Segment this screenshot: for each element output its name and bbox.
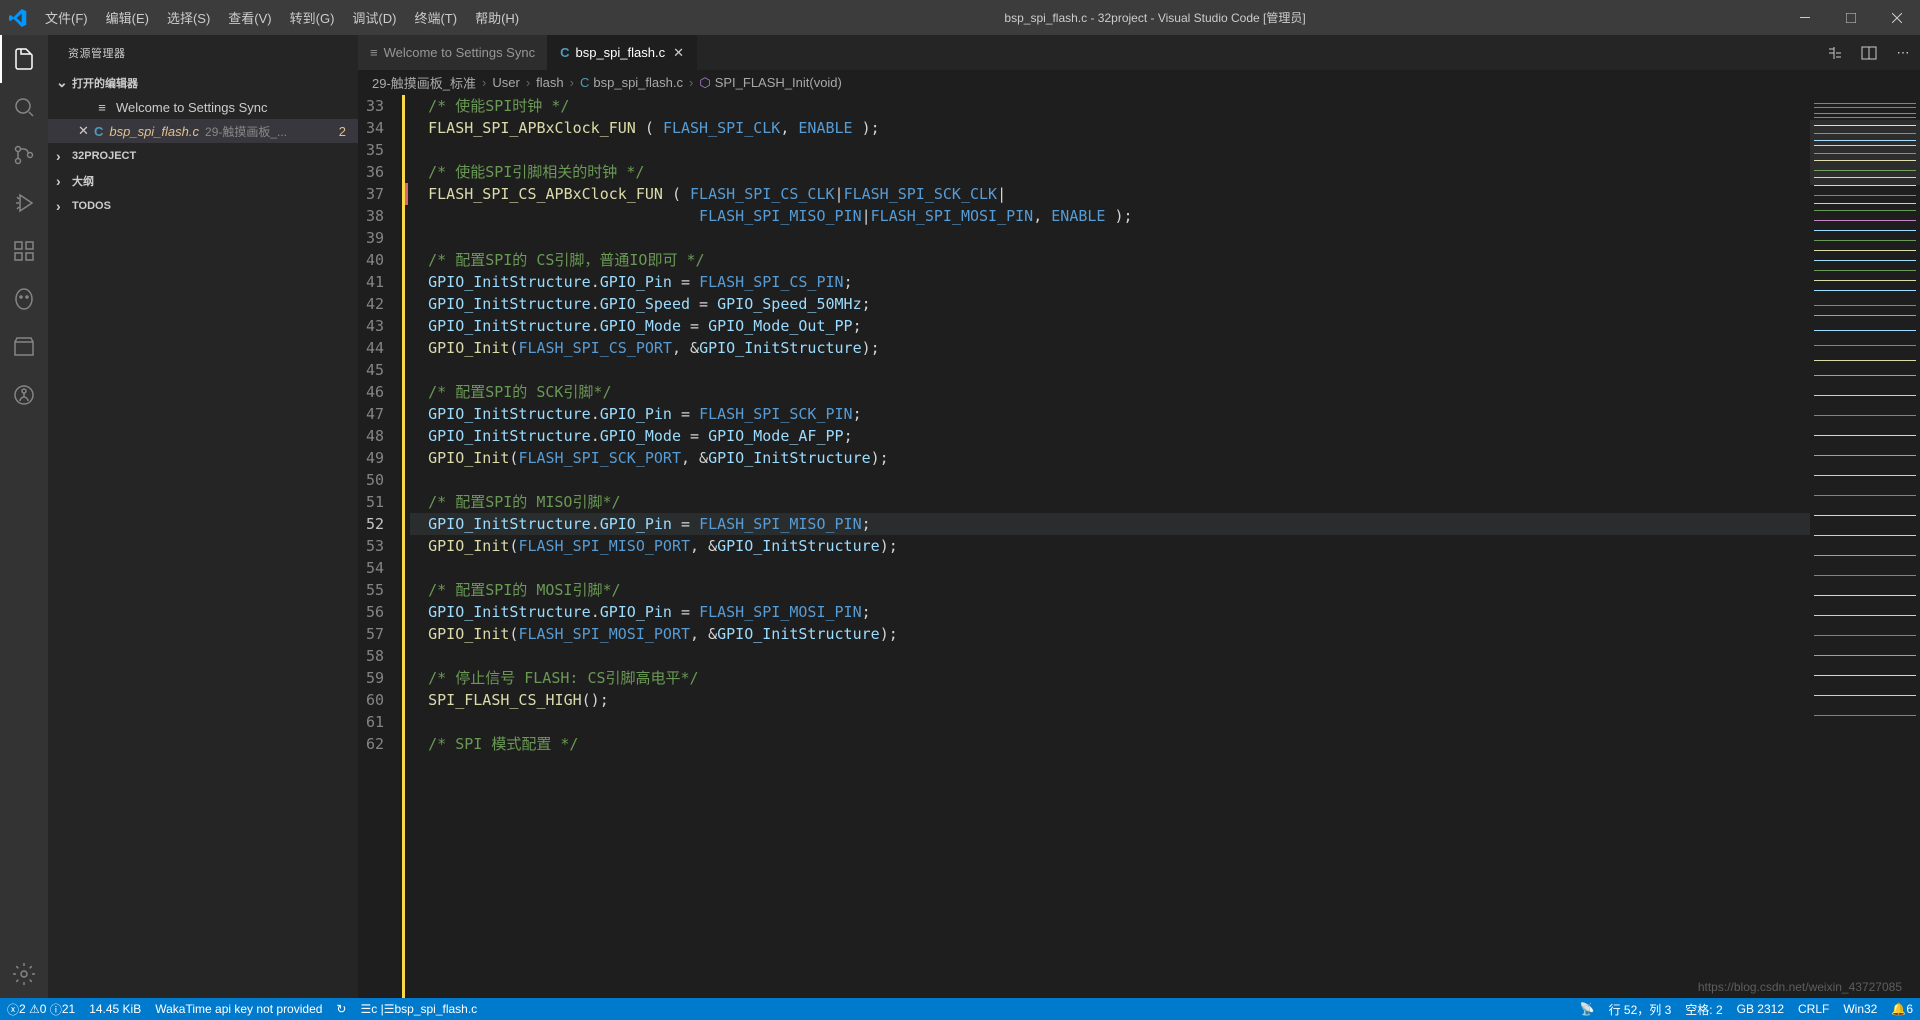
open-editors-header[interactable]: ⌄打开的编辑器 — [48, 70, 358, 95]
todos-header[interactable]: ›TODOS — [48, 193, 358, 218]
window-controls — [1782, 0, 1920, 35]
breadcrumb-item[interactable]: bsp_spi_flash.c — [593, 75, 683, 90]
status-problems[interactable]: ⓧ 2 ⚠ 0 ⓘ 21 — [0, 998, 82, 1020]
problems-badge: 2 — [339, 124, 358, 139]
breadcrumb-item[interactable]: User — [492, 75, 519, 90]
window-title: bsp_spi_flash.c - 32project - Visual Stu… — [528, 9, 1782, 26]
status-live-icon[interactable]: 📡 — [1573, 998, 1602, 1020]
project-icon[interactable] — [0, 323, 48, 371]
activity-bar — [0, 35, 48, 998]
menu-bar: 文件(F) 编辑(E) 选择(S) 查看(V) 转到(G) 调试(D) 终端(T… — [36, 0, 528, 35]
gitlens-icon[interactable] — [0, 371, 48, 419]
list-icon: ≡ — [370, 45, 378, 60]
breadcrumb-item[interactable]: flash — [536, 75, 563, 90]
status-bell-icon[interactable]: 🔔 6 — [1884, 998, 1920, 1020]
menu-help[interactable]: 帮助(H) — [466, 0, 528, 35]
maximize-button[interactable] — [1828, 0, 1874, 35]
open-editors-label: 打开的编辑器 — [72, 75, 138, 91]
status-linecol[interactable]: 行 52，列 3 — [1602, 998, 1679, 1020]
editor-body[interactable]: 3334353637383940414243444546474849505152… — [358, 95, 1920, 998]
editor-tabs: ≡ Welcome to Settings Sync Cbsp_spi_flash… — [358, 35, 1920, 70]
search-icon[interactable] — [0, 83, 48, 131]
status-spaces[interactable]: 空格: 2 — [1678, 998, 1729, 1020]
open-editor-label: bsp_spi_flash.c — [109, 124, 199, 139]
more-icon[interactable]: ⋯ — [1886, 35, 1920, 70]
debug-icon[interactable] — [0, 179, 48, 227]
breadcrumb-item[interactable]: 29-触摸画板_标准 — [372, 73, 476, 92]
project-label: 32PROJECT — [72, 150, 136, 162]
outline-header[interactable]: ›大纲 — [48, 168, 358, 193]
menu-edit[interactable]: 编辑(E) — [97, 0, 158, 35]
minimize-button[interactable] — [1782, 0, 1828, 35]
open-editor-sync[interactable]: ≡ Welcome to Settings Sync — [48, 95, 358, 119]
editor-area: ≡ Welcome to Settings Sync Cbsp_spi_flash… — [358, 35, 1920, 998]
c-file-icon: C — [580, 75, 589, 90]
source-control-icon[interactable] — [0, 131, 48, 179]
menu-file[interactable]: 文件(F) — [36, 0, 97, 35]
breadcrumb[interactable]: 29-触摸画板_标准› User› flash› Cbsp_spi_flash.… — [358, 70, 1920, 95]
watermark: https://blog.csdn.net/weixin_43727085 — [1698, 980, 1902, 994]
open-editor-path: 29-触摸画板_... — [205, 123, 339, 140]
todos-label: TODOS — [72, 200, 111, 212]
code-content[interactable]: /* 使能SPI时钟 */ FLASH_SPI_APBxClock_FUN ( … — [402, 95, 1810, 998]
platformio-icon[interactable] — [0, 275, 48, 323]
title-bar: 文件(F) 编辑(E) 选择(S) 查看(V) 转到(G) 调试(D) 终端(T… — [0, 0, 1920, 35]
sync-file-icon: ≡ — [94, 100, 110, 115]
breadcrumb-item[interactable]: SPI_FLASH_Init(void) — [715, 75, 842, 90]
menu-view[interactable]: 查看(V) — [219, 0, 280, 35]
outline-label: 大纲 — [72, 173, 94, 189]
status-breadcrumb[interactable]: ☰ c | ☰ bsp_spi_flash.c — [353, 998, 484, 1020]
project-header[interactable]: ›32PROJECT — [48, 143, 358, 168]
extensions-icon[interactable] — [0, 227, 48, 275]
sidebar-header: 资源管理器 — [48, 35, 358, 70]
sidebar: 资源管理器 ⌄打开的编辑器 ≡ Welcome to Settings Sync… — [48, 35, 358, 998]
menu-goto[interactable]: 转到(G) — [281, 0, 344, 35]
menu-terminal[interactable]: 终端(T) — [405, 0, 466, 35]
c-file-icon: C — [560, 45, 569, 60]
close-icon[interactable]: ✕ — [78, 123, 94, 139]
status-bar: ⓧ 2 ⚠ 0 ⓘ 21 14.45 KiB WakaTime api key … — [0, 998, 1920, 1020]
tab-label: bsp_spi_flash.c — [575, 45, 665, 60]
status-encoding[interactable]: GB 2312 — [1730, 998, 1791, 1020]
open-editor-label: Welcome to Settings Sync — [116, 100, 268, 115]
settings-icon[interactable] — [0, 950, 48, 998]
status-eol[interactable]: CRLF — [1791, 998, 1836, 1020]
tab-bsp[interactable]: Cbsp_spi_flash.c ✕ — [548, 35, 697, 70]
split-icon[interactable] — [1852, 35, 1886, 70]
compare-icon[interactable] — [1818, 35, 1852, 70]
status-reload-icon[interactable]: ↻ — [329, 998, 353, 1020]
menu-selection[interactable]: 选择(S) — [158, 0, 219, 35]
close-icon[interactable]: ✕ — [673, 45, 684, 61]
status-os[interactable]: Win32 — [1836, 998, 1884, 1020]
function-icon: ⬡ — [699, 75, 710, 91]
close-button[interactable] — [1874, 0, 1920, 35]
status-size[interactable]: 14.45 KiB — [82, 998, 148, 1020]
tab-label: Welcome to Settings Sync — [384, 45, 536, 60]
status-wakatime[interactable]: WakaTime api key not provided — [148, 998, 329, 1020]
tab-sync[interactable]: ≡ Welcome to Settings Sync — [358, 35, 548, 70]
c-file-icon: C — [94, 124, 103, 139]
vscode-logo-icon — [0, 9, 36, 27]
open-editor-bsp[interactable]: ✕ C bsp_spi_flash.c 29-触摸画板_... 2 — [48, 119, 358, 143]
menu-debug[interactable]: 调试(D) — [343, 0, 405, 35]
line-gutter: 3334353637383940414243444546474849505152… — [358, 95, 402, 998]
minimap[interactable] — [1810, 95, 1920, 998]
explorer-icon[interactable] — [0, 35, 48, 83]
